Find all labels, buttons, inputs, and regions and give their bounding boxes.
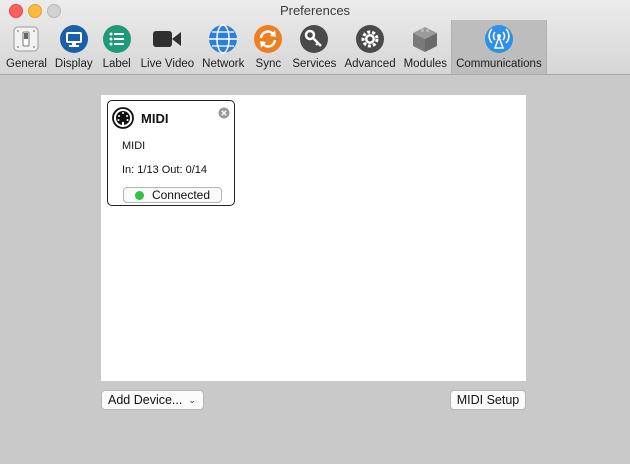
remove-device-icon[interactable] — [218, 106, 230, 119]
tab-display-label: Display — [54, 58, 93, 70]
add-device-popup-button[interactable]: Add Device... ⌄ — [101, 390, 204, 410]
tab-services[interactable]: Services — [288, 20, 340, 74]
sync-icon — [252, 23, 284, 55]
tab-modules-label: Modules — [403, 58, 448, 70]
connection-status-badge: Connected — [123, 187, 222, 203]
tab-sync-label: Sync — [255, 58, 282, 70]
tab-network[interactable]: Network — [198, 20, 248, 74]
device-subtitle: MIDI — [122, 140, 146, 152]
tab-label[interactable]: Label — [97, 20, 137, 74]
tab-live-video-label: Live Video — [140, 58, 195, 70]
status-label: Connected — [151, 188, 211, 202]
preferences-window: Preferences General Display Label Live V… — [0, 0, 630, 464]
chevron-down-icon: ⌄ — [188, 394, 196, 405]
monitor-icon — [58, 23, 90, 55]
tab-label-label: Label — [102, 58, 131, 70]
cube-icon — [409, 23, 441, 55]
tab-sync[interactable]: Sync — [248, 20, 288, 74]
devices-panel: MIDI MIDI In: 1/13 Out: 0/14 Connected — [101, 95, 526, 381]
tab-general-label: General — [6, 58, 47, 70]
midi-connector-icon — [112, 107, 134, 129]
tab-advanced-label: Advanced — [344, 58, 396, 70]
title-bar: Preferences General Display Label Live V… — [0, 0, 630, 75]
globe-icon — [207, 23, 239, 55]
gear-icon — [354, 23, 386, 55]
key-icon — [298, 23, 330, 55]
add-device-label: Add Device... — [108, 393, 183, 407]
tab-modules[interactable]: Modules — [400, 20, 451, 74]
antenna-icon — [483, 23, 515, 55]
window-title: Preferences — [279, 3, 351, 18]
tab-network-label: Network — [202, 58, 245, 70]
list-icon — [101, 23, 133, 55]
tab-advanced[interactable]: Advanced — [340, 20, 399, 74]
preferences-toolbar: General Display Label Live Video Network… — [2, 20, 547, 74]
tab-display[interactable]: Display — [51, 20, 97, 74]
switch-icon — [10, 23, 42, 55]
tab-communications-label: Communications — [456, 58, 542, 70]
device-port-stats: In: 1/13 Out: 0/14 — [122, 164, 208, 176]
midi-setup-button[interactable]: MIDI Setup — [450, 390, 526, 410]
tab-general[interactable]: General — [2, 20, 51, 74]
device-card-midi[interactable]: MIDI MIDI In: 1/13 Out: 0/14 Connected — [107, 100, 235, 206]
tab-live-video[interactable]: Live Video — [137, 20, 199, 74]
tab-communications[interactable]: Communications — [451, 20, 547, 74]
status-dot-icon — [134, 190, 144, 200]
tab-services-label: Services — [292, 58, 337, 70]
video-camera-icon — [151, 23, 183, 55]
device-title: MIDI — [141, 111, 169, 126]
